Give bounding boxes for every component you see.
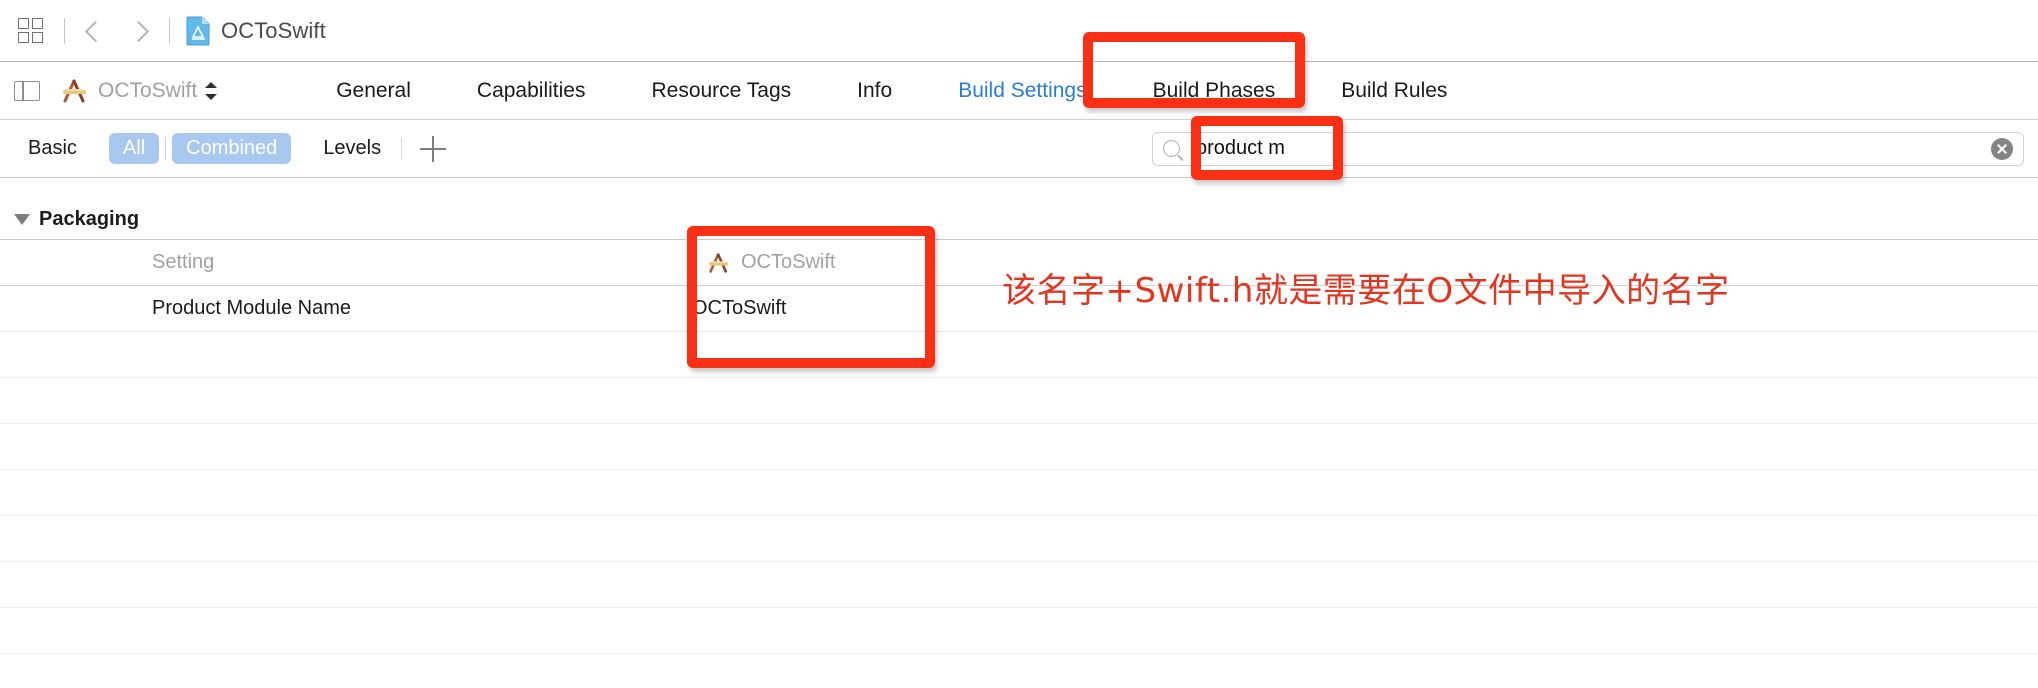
filter-levels[interactable]: Levels [309, 133, 395, 164]
swift-project-document-icon [186, 16, 211, 46]
table-row [0, 562, 2038, 608]
search-icon [1163, 140, 1180, 157]
filter-all[interactable]: All [108, 133, 160, 164]
tab-list: General Capabilities Resource Tags Info … [336, 79, 1447, 103]
divider [64, 17, 65, 44]
disclosure-triangle-down-icon[interactable] [14, 214, 30, 225]
add-setting-button[interactable] [420, 135, 447, 162]
table-row [0, 424, 2038, 470]
clear-search-icon[interactable] [1991, 137, 2013, 160]
editor-tab-bar: OCToSwift General Capabilities Resource … [0, 62, 2038, 120]
tab-build-rules[interactable]: Build Rules [1341, 79, 1447, 103]
filter-combined[interactable]: Combined [172, 133, 292, 164]
back-chevron-icon[interactable] [81, 16, 107, 46]
setting-name: Product Module Name [152, 297, 351, 319]
left-panel-toggle-icon[interactable] [14, 80, 40, 101]
table-row [0, 332, 2038, 378]
table-row [0, 378, 2038, 424]
tab-build-settings[interactable]: Build Settings [958, 79, 1086, 103]
build-settings-filter-bar: Basic All Combined Levels product m [0, 120, 2038, 178]
table-row [0, 470, 2038, 516]
grid-layout-icon[interactable] [18, 16, 48, 46]
tab-general[interactable]: General [336, 79, 411, 103]
tab-resource-tags[interactable]: Resource Tags [651, 79, 791, 103]
search-field-container: product m [1152, 131, 2024, 166]
divider [401, 137, 403, 160]
column-header-setting: Setting [152, 251, 215, 273]
settings-group-packaging[interactable]: Packaging [0, 200, 2038, 240]
annotation-note: 该名字+Swift.h就是需要在O文件中导入的名字 [1002, 271, 1730, 311]
target-selector-label[interactable]: OCToSwift [98, 79, 197, 103]
top-navigation-bar: OCToSwift [0, 0, 2038, 62]
breadcrumb[interactable]: OCToSwift [221, 18, 326, 44]
tab-info[interactable]: Info [857, 79, 892, 103]
search-field[interactable]: product m [1152, 131, 2024, 166]
group-title: Packaging [39, 208, 140, 230]
divider [692, 252, 693, 273]
divider [165, 137, 167, 160]
divider [169, 17, 170, 44]
xcode-target-icon [60, 78, 90, 104]
xcode-target-icon [706, 252, 732, 274]
tab-build-phases[interactable]: Build Phases [1153, 79, 1276, 103]
filter-basic[interactable]: Basic [14, 133, 91, 164]
tab-capabilities[interactable]: Capabilities [477, 79, 586, 103]
table-row [0, 516, 2038, 562]
column-header-target-label: OCToSwift [741, 251, 836, 273]
up-down-stepper-icon[interactable] [204, 78, 218, 104]
table-row [0, 608, 2038, 654]
search-input[interactable]: product m [1196, 137, 1991, 160]
forward-chevron-icon[interactable] [127, 16, 153, 46]
